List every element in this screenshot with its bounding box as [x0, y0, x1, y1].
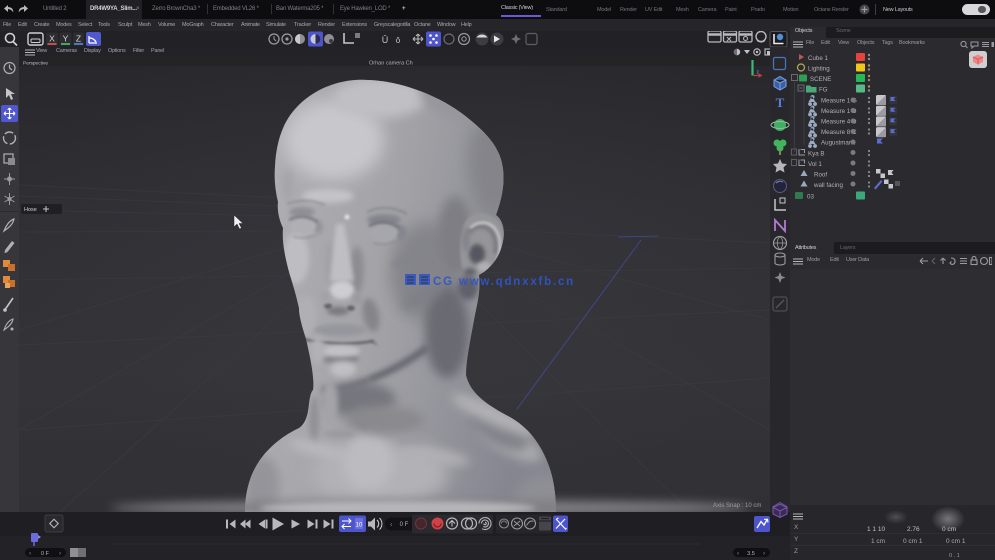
svg-text:03: 03: [807, 194, 814, 201]
svg-text:Vol 1: Vol 1: [808, 161, 822, 168]
svg-text:X: X: [49, 34, 55, 44]
svg-text:Z: Z: [794, 548, 798, 555]
svg-text:Y: Y: [794, 536, 799, 543]
svg-text:3.5: 3.5: [747, 551, 755, 557]
svg-text:0 cm: 0 cm: [942, 526, 956, 533]
svg-text:X: X: [794, 524, 799, 531]
svg-text:wall facing: wall facing: [813, 182, 843, 189]
svg-text:FG: FG: [819, 87, 828, 94]
svg-text:Hose: Hose: [24, 207, 37, 213]
svg-text:0 cm 1: 0 cm 1: [903, 538, 923, 545]
svg-text:Ū: Ū: [382, 35, 389, 45]
svg-text:2.76: 2.76: [907, 526, 920, 533]
svg-text:0 . 1: 0 . 1: [949, 553, 960, 559]
svg-text:Axis Snap : 10 cm: Axis Snap : 10 cm: [713, 503, 761, 509]
svg-text:T: T: [776, 95, 785, 110]
svg-text:10: 10: [356, 523, 363, 529]
svg-text:›: ›: [59, 550, 61, 557]
svg-text:Kya B: Kya B: [808, 151, 825, 158]
svg-text:1 1 10: 1 1 10: [867, 526, 885, 533]
svg-text:0 F: 0 F: [400, 522, 409, 528]
svg-text:ǒ: ǒ: [396, 36, 401, 45]
svg-text:Y: Y: [63, 34, 69, 44]
svg-text:0 cm 1: 0 cm 1: [946, 538, 966, 545]
svg-text:SCENE: SCENE: [810, 76, 831, 83]
svg-text:Lighting: Lighting: [808, 66, 830, 73]
svg-text:1 cm: 1 cm: [871, 538, 885, 545]
svg-text:‹: ‹: [29, 550, 31, 557]
svg-text:Z: Z: [76, 34, 81, 44]
svg-text:Orhan camera Ch: Orhan camera Ch: [369, 61, 413, 67]
svg-text:0 F: 0 F: [41, 551, 50, 557]
svg-text:CG www.qdnxxfb.cn: CG www.qdnxxfb.cn: [433, 276, 575, 288]
svg-text:Perspective: Perspective: [23, 61, 48, 67]
svg-text:›: ›: [763, 550, 765, 557]
svg-text:Cube 1: Cube 1: [808, 55, 829, 62]
svg-text:Roof: Roof: [814, 172, 827, 179]
svg-text:‹: ‹: [737, 550, 739, 557]
